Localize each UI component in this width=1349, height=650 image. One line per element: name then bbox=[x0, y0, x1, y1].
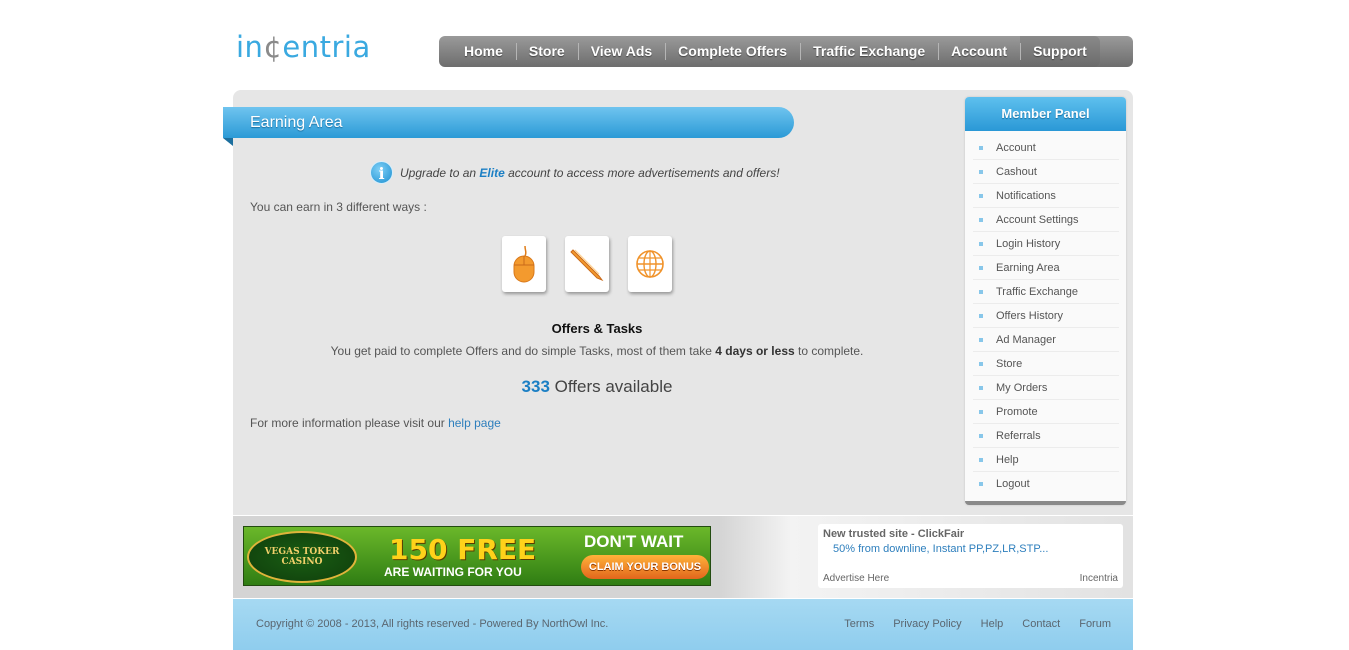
casino-logo: VEGAS TOKER CASINO bbox=[247, 531, 357, 583]
panel-item-store[interactable]: Store bbox=[973, 352, 1119, 376]
logo-cent: ¢ bbox=[263, 30, 283, 64]
offers-desc-after: to complete. bbox=[794, 344, 864, 358]
offers-count-number: 333 bbox=[521, 377, 550, 396]
panel-item-promote[interactable]: Promote bbox=[973, 400, 1119, 424]
claim-bonus-button[interactable]: CLAIM YOUR BONUS bbox=[581, 555, 709, 579]
offers-desc-bold: 4 days or less bbox=[715, 344, 795, 358]
info-icon: i bbox=[370, 161, 393, 184]
banner-waiting-text: ARE WAITING FOR YOU bbox=[384, 565, 522, 579]
offers-description: You get paid to complete Offers and do s… bbox=[233, 344, 961, 358]
notice-text-after: account to access more advertisements an… bbox=[508, 165, 780, 180]
panel-item-earning-area[interactable]: Earning Area bbox=[973, 256, 1119, 280]
nav-account[interactable]: Account bbox=[938, 36, 1020, 67]
casino-banner-ad[interactable]: VEGAS TOKER CASINO 150 FREE ARE WAITING F… bbox=[243, 526, 711, 586]
notice-text-before: Upgrade to an bbox=[400, 165, 477, 180]
nav-home[interactable]: Home bbox=[451, 36, 516, 67]
member-panel-title: Member Panel bbox=[965, 97, 1126, 131]
nav-traffic-exchange[interactable]: Traffic Exchange bbox=[800, 36, 938, 67]
page-footer: Copyright © 2008 - 2013, All rights rese… bbox=[233, 599, 1133, 650]
panel-item-referrals[interactable]: Referrals bbox=[973, 424, 1119, 448]
banner-free-text: 150 FREE bbox=[389, 533, 537, 566]
nav-support[interactable]: Support bbox=[1020, 36, 1100, 67]
earning-methods bbox=[502, 236, 672, 292]
banner-dont-wait: DON'T WAIT bbox=[584, 532, 684, 551]
site-logo[interactable]: in¢entria bbox=[236, 30, 371, 64]
casino-logo-line2: CASINO bbox=[281, 557, 323, 567]
text-ad-description[interactable]: 50% from downline, Instant PP,PZ,LR,STP.… bbox=[823, 543, 1118, 555]
panel-item-ad-manager[interactable]: Ad Manager bbox=[973, 328, 1119, 352]
panel-item-login-history[interactable]: Login History bbox=[973, 232, 1119, 256]
nav-store[interactable]: Store bbox=[515, 36, 578, 67]
text-ad-footer: Advertise Here Incentria bbox=[823, 573, 1118, 584]
panel-item-account-settings[interactable]: Account Settings bbox=[973, 208, 1119, 232]
offers-title: Offers & Tasks bbox=[551, 321, 643, 336]
nav-view-ads[interactable]: View Ads bbox=[577, 36, 665, 67]
logo-suffix: entria bbox=[282, 30, 371, 64]
main-nav: Home Store View Ads Complete Offers Traf… bbox=[439, 36, 1133, 67]
panel-item-my-orders[interactable]: My Orders bbox=[973, 376, 1119, 400]
tile-tasks[interactable] bbox=[565, 236, 609, 292]
panel-item-traffic-exchange[interactable]: Traffic Exchange bbox=[973, 280, 1119, 304]
more-info-text: For more information please visit our bbox=[250, 416, 449, 430]
text-ad-title[interactable]: New trusted site - ClickFair bbox=[823, 528, 1118, 540]
elite-link[interactable]: Elite bbox=[479, 166, 504, 180]
panel-item-offers-history[interactable]: Offers History bbox=[973, 304, 1119, 328]
more-info: For more information please visit our he… bbox=[250, 416, 501, 430]
offers-desc-before: You get paid to complete Offers and do s… bbox=[330, 344, 716, 358]
panel-item-notifications[interactable]: Notifications bbox=[973, 184, 1119, 208]
panel-item-account[interactable]: Account bbox=[973, 136, 1119, 160]
panel-item-help[interactable]: Help bbox=[973, 448, 1119, 472]
text-ad[interactable]: New trusted site - ClickFair 50% from do… bbox=[818, 524, 1123, 588]
advertise-here-link[interactable]: Advertise Here bbox=[823, 573, 889, 584]
offers-count-label: Offers available bbox=[549, 377, 673, 396]
nav-complete-offers[interactable]: Complete Offers bbox=[665, 36, 800, 67]
logo-prefix: in bbox=[236, 30, 264, 64]
tile-offers[interactable] bbox=[502, 236, 546, 292]
footer-link-contact[interactable]: Contact bbox=[1022, 618, 1060, 630]
tile-traffic[interactable] bbox=[628, 236, 672, 292]
panel-item-cashout[interactable]: Cashout bbox=[973, 160, 1119, 184]
member-panel-list: Account Cashout Notifications Account Se… bbox=[965, 131, 1126, 496]
footer-link-help[interactable]: Help bbox=[981, 618, 1004, 630]
copyright: Copyright © 2008 - 2013, All rights rese… bbox=[256, 618, 609, 630]
ad-strip: VEGAS TOKER CASINO 150 FREE ARE WAITING F… bbox=[233, 516, 1133, 598]
mouse-icon bbox=[513, 245, 535, 283]
pen-icon bbox=[570, 249, 604, 282]
offers-count: 333 Offers available bbox=[233, 377, 961, 397]
panel-item-logout[interactable]: Logout bbox=[973, 472, 1119, 496]
member-panel: Member Panel Account Cashout Notificatio… bbox=[965, 97, 1126, 505]
section-title: Earning Area bbox=[223, 107, 794, 146]
earn-intro: You can earn in 3 different ways : bbox=[250, 200, 427, 214]
footer-links: Terms Privacy Policy Help Contact Forum bbox=[844, 618, 1111, 630]
footer-link-forum[interactable]: Forum bbox=[1079, 618, 1111, 630]
footer-link-terms[interactable]: Terms bbox=[844, 618, 874, 630]
main-content: Earning Area i Upgrade to an Elite accou… bbox=[223, 90, 1133, 515]
upgrade-notice: i Upgrade to an Elite account to access … bbox=[370, 161, 780, 184]
text-ad-brand: Incentria bbox=[1079, 573, 1118, 584]
footer-link-privacy[interactable]: Privacy Policy bbox=[893, 618, 961, 630]
globe-icon bbox=[636, 250, 664, 278]
casino-logo-line1: VEGAS TOKER bbox=[264, 547, 340, 557]
help-page-link[interactable]: help page bbox=[448, 416, 501, 430]
